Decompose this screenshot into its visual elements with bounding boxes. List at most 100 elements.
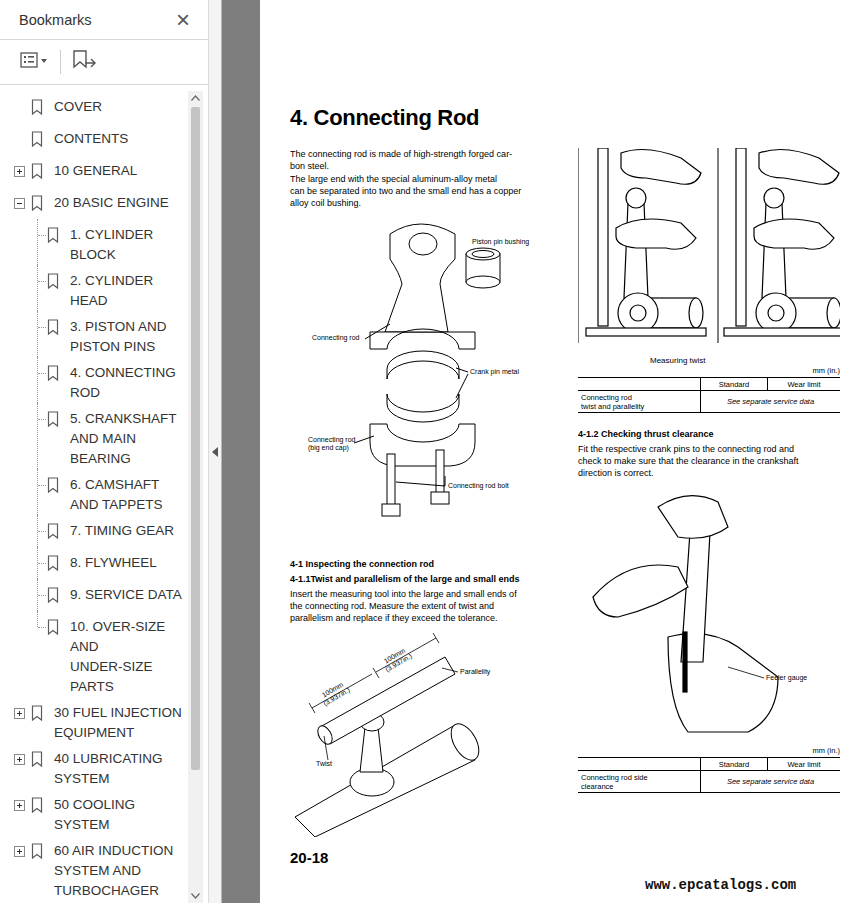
left-column: The connecting rod is made of high-stren… bbox=[290, 148, 548, 867]
bookmark-item[interactable]: COVER bbox=[0, 91, 188, 123]
label-line: Feeler gauge bbox=[766, 674, 807, 682]
bookmark-icon bbox=[47, 587, 59, 603]
right-column: Measuring twistmm (in.)StandardWear limi… bbox=[578, 148, 840, 867]
twist-text: Insert the measuring tool into the large… bbox=[290, 588, 548, 624]
text-line: parallelism and replace if they exceed t… bbox=[290, 612, 548, 624]
bookmark-item[interactable]: 4. CONNECTINGROD bbox=[0, 357, 188, 403]
bookmark-label: 9. SERVICE DATA bbox=[70, 585, 182, 605]
find-bookmark-button[interactable] bbox=[71, 49, 97, 75]
table-cell: See separate service data bbox=[701, 771, 841, 793]
bookmark-icon bbox=[31, 99, 43, 115]
label-line: 2. CYLINDER bbox=[70, 271, 153, 291]
bookmark-tree: COVER CONTENTS 10 GENERAL 20 BASIC ENGINE 1.… bbox=[0, 91, 188, 903]
label-line: twist and parallelity bbox=[581, 402, 697, 411]
scroll-thumb[interactable] bbox=[191, 107, 200, 770]
label-line: EQUIPMENT bbox=[54, 723, 182, 743]
scrollbar[interactable] bbox=[188, 91, 203, 903]
bookmark-item[interactable]: 20 BASIC ENGINE bbox=[0, 187, 188, 219]
tree-line bbox=[38, 419, 46, 420]
bookmark-item[interactable]: 30 FUEL INJECTIONEQUIPMENT bbox=[0, 697, 188, 743]
panel-title: Bookmarks bbox=[19, 12, 92, 28]
text-line: the connecting rod. Measure the extent o… bbox=[290, 600, 548, 612]
scroll-down-icon[interactable] bbox=[191, 889, 200, 903]
label-line: CONTENTS bbox=[54, 129, 128, 149]
bookmark-label: 4. CONNECTINGROD bbox=[70, 363, 176, 403]
expander[interactable] bbox=[14, 198, 25, 209]
table-header: StandardWear limit bbox=[578, 378, 840, 391]
bookmark-item[interactable]: 6. CAMSHAFTAND TAPPETS bbox=[0, 469, 188, 515]
options-button[interactable] bbox=[20, 51, 50, 73]
expander[interactable] bbox=[14, 166, 25, 177]
scroll-track[interactable] bbox=[188, 105, 203, 889]
plus-bar bbox=[19, 711, 20, 716]
expand-icon[interactable] bbox=[14, 846, 25, 857]
bookmark-item[interactable]: 7. TIMING GEAR bbox=[0, 515, 188, 547]
figure-label: 100mm(3.937in.) bbox=[380, 646, 414, 675]
bookmark-item[interactable]: 10 GENERAL bbox=[0, 155, 188, 187]
label-line: 4. CONNECTING bbox=[70, 363, 176, 383]
label-line: 20 BASIC ENGINE bbox=[54, 193, 169, 213]
expander[interactable] bbox=[14, 800, 25, 811]
panel-splitter[interactable] bbox=[208, 0, 222, 903]
bookmark-label: 30 FUEL INJECTIONEQUIPMENT bbox=[54, 703, 182, 743]
label-line: HEAD bbox=[70, 291, 153, 311]
expand-icon[interactable] bbox=[14, 800, 25, 811]
label-line: AND TAPPETS bbox=[70, 495, 163, 515]
bookmark-item[interactable]: 60 AIR INDUCTIONSYSTEM ANDTURBOCHAGER bbox=[0, 835, 188, 901]
bookmark-item[interactable]: CONTENTS bbox=[0, 123, 188, 155]
label-line: BEARING bbox=[70, 449, 177, 469]
figure-label: Piston pin bushing bbox=[472, 238, 529, 246]
twist-parallelism-figure: 100mm(3.937in.) 100mm(3.937in.) Parallelit… bbox=[290, 632, 548, 837]
bookmark-label: 10 GENERAL bbox=[54, 161, 137, 181]
tree-line bbox=[38, 531, 46, 532]
bookmark-item[interactable]: 5. CRANKSHAFTAND MAINBEARING bbox=[0, 403, 188, 469]
expand-icon[interactable] bbox=[14, 754, 25, 765]
tree-line bbox=[38, 235, 46, 236]
thrust-text: Fit the respective crank pins to the con… bbox=[578, 443, 840, 479]
bookmarks-body: COVER CONTENTS 10 GENERAL 20 BASIC ENGINE 1.… bbox=[0, 85, 208, 903]
collapse-arrow-icon[interactable] bbox=[212, 447, 218, 457]
label-line: COVER bbox=[54, 97, 102, 117]
twist-parallelism-figure-drawing bbox=[290, 632, 548, 837]
column-header: Standard bbox=[701, 378, 768, 391]
figure-label: 100mm(3.937in.) bbox=[318, 680, 352, 709]
expand-icon[interactable] bbox=[14, 166, 25, 177]
subsection-heading: 4-1.1Twist and parallelism of the large … bbox=[290, 573, 548, 586]
tree-line bbox=[37, 469, 38, 515]
table-cell: Connecting rodtwist and parallelity bbox=[578, 391, 701, 413]
expander[interactable] bbox=[14, 846, 25, 857]
label-line: 3. PISTON AND bbox=[70, 317, 167, 337]
bookmark-icon bbox=[47, 319, 59, 335]
figure-label: Parallelity bbox=[460, 668, 490, 676]
label-line: TURBOCHAGER bbox=[54, 881, 173, 901]
page-title: 4. Connecting Rod bbox=[290, 103, 857, 133]
bookmark-icon bbox=[31, 797, 43, 813]
bookmark-item[interactable]: 9. SERVICE DATA bbox=[0, 579, 188, 611]
watermark: www.epcatalogs.com bbox=[645, 877, 796, 893]
bookmark-item[interactable]: 8. FLYWHEEL bbox=[0, 547, 188, 579]
expander[interactable] bbox=[14, 754, 25, 765]
bookmark-item[interactable]: 3. PISTON ANDPISTON PINS bbox=[0, 311, 188, 357]
bookmark-item[interactable]: 40 LUBRICATINGSYSTEM bbox=[0, 743, 188, 789]
bookmark-label: 2. CYLINDERHEAD bbox=[70, 271, 153, 311]
panel-toolbar bbox=[0, 40, 208, 85]
bookmark-item[interactable]: 1. CYLINDERBLOCK bbox=[0, 219, 188, 265]
bookmark-item[interactable]: 2. CYLINDERHEAD bbox=[0, 265, 188, 311]
label-line: UNDER-SIZE bbox=[70, 657, 165, 677]
close-button[interactable]: × bbox=[176, 8, 190, 32]
label-line: ROD bbox=[70, 383, 176, 403]
bookmark-label: CONTENTS bbox=[54, 129, 128, 149]
measuring-twist-figure bbox=[578, 148, 840, 353]
expander[interactable] bbox=[14, 708, 25, 719]
expand-icon[interactable] bbox=[14, 708, 25, 719]
label-line: 5. CRANKSHAFT bbox=[70, 409, 177, 429]
scroll-up-icon[interactable] bbox=[191, 91, 200, 105]
expander-slot bbox=[14, 102, 25, 113]
bookmark-icon bbox=[31, 195, 43, 211]
bookmark-item[interactable]: 10. OVER-SIZEANDUNDER-SIZEPARTS bbox=[0, 611, 188, 697]
bookmark-item[interactable]: 50 COOLINGSYSTEM bbox=[0, 789, 188, 835]
collapse-icon[interactable] bbox=[14, 198, 25, 209]
label-line: SYSTEM bbox=[54, 815, 135, 835]
label-line: 10. OVER-SIZE bbox=[70, 617, 165, 637]
text-line: bon steel. bbox=[290, 160, 548, 172]
